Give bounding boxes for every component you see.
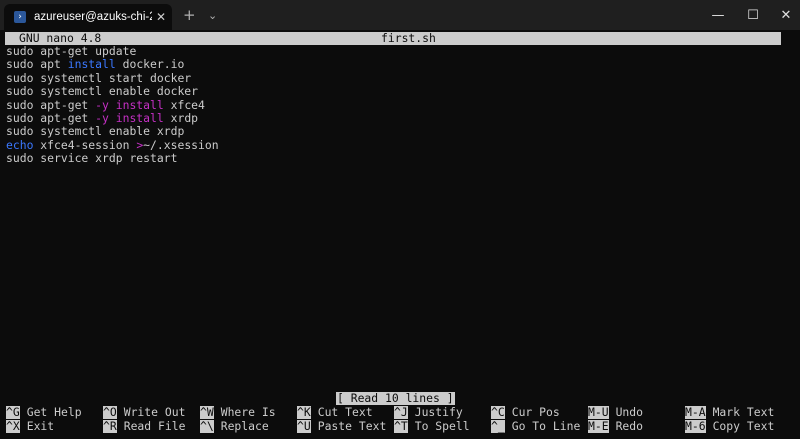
code-token: docker.io	[115, 57, 185, 72]
shortcut-key: ^O	[103, 405, 117, 420]
shortcut-row-1: ^G Get Help ^O Write Out ^W Where Is ^K Cut Tex…	[6, 405, 796, 420]
shortcut-item: ^X Exit	[6, 418, 55, 433]
tab-title: azureuser@azuks-chi-200470-v	[34, 11, 152, 23]
shortcut-item: ^T To Spell	[394, 418, 470, 433]
shortcut-item: ^O Write Out	[103, 405, 186, 420]
shortcut-label: Undo	[615, 405, 644, 419]
chevron-down-icon[interactable]: ⌄	[208, 9, 217, 22]
code-token: -y	[95, 110, 109, 125]
shortcut-label: Cur Pos	[511, 405, 560, 419]
editor-line[interactable]: sudo service xrdp restart	[6, 151, 219, 166]
editor-line[interactable]: sudo apt-get -y install xrdp	[6, 110, 219, 125]
shortcut-item: ^W Where Is	[200, 405, 276, 420]
shortcut-key: ^C	[491, 405, 505, 420]
shortcut-label: Justify	[414, 405, 463, 419]
shortcut-label: Go To Line	[511, 418, 581, 433]
code-token: sudo apt-get update	[6, 44, 137, 58]
code-token: sudo systemctl enable docker	[6, 84, 199, 99]
shortcut-item: ^R Read File	[103, 418, 186, 433]
shortcut-item: M-E Redo	[588, 418, 644, 433]
editor-line[interactable]: sudo systemctl start docker	[6, 70, 219, 85]
shortcut-item: ^G Get Help	[6, 405, 82, 420]
editor-line[interactable]: sudo apt-get update	[6, 44, 219, 58]
code-token: echo	[6, 137, 34, 152]
shortcut-item: M-U Undo	[588, 405, 644, 420]
shortcut-label: Redo	[615, 418, 644, 433]
nano-filename: first.sh	[381, 31, 436, 45]
shortcut-item: ^C Cur Pos	[491, 405, 560, 420]
nano-status-message: [ Read 10 lines ]	[336, 391, 455, 405]
shortcut-item: ^J Justify	[394, 405, 463, 420]
shortcut-key: ^X	[6, 418, 20, 433]
shortcut-key: ^W	[200, 405, 214, 420]
shortcut-item: ^U Paste Text	[297, 418, 387, 433]
code-token: install	[67, 57, 116, 72]
code-token: install	[115, 110, 164, 125]
shortcut-item: ^K Cut Text	[297, 405, 373, 420]
terminal-tab[interactable]: › azureuser@azuks-chi-200470-v ✕	[4, 4, 172, 30]
powershell-icon: ›	[14, 11, 26, 23]
shortcut-item: M-A Mark Text	[685, 405, 775, 420]
shortcut-key: ^T	[394, 418, 408, 433]
shortcut-item: ^\ Replace	[200, 418, 269, 433]
title-bar: › azureuser@azuks-chi-200470-v ✕ + ⌄ — ☐…	[0, 0, 800, 30]
editor-line[interactable]: echo xfce4-session >~/.xsession	[6, 137, 219, 152]
shortcut-label: Mark Text	[712, 405, 775, 419]
editor-line[interactable]: sudo apt-get -y install xfce4	[6, 97, 219, 112]
shortcut-key: ^U	[297, 418, 311, 433]
shortcut-label: Where Is	[220, 405, 276, 419]
editor-line[interactable]: sudo systemctl enable xrdp	[6, 125, 219, 138]
shortcut-label: Exit	[26, 418, 55, 433]
editor-line[interactable]: sudo apt install docker.io	[6, 58, 219, 71]
code-token: sudo systemctl enable xrdp	[6, 124, 185, 139]
shortcut-key: M-E	[588, 418, 609, 433]
shortcut-key: ^_	[491, 418, 505, 433]
shortcut-label: Copy Text	[712, 418, 775, 433]
shortcut-label: To Spell	[414, 418, 470, 433]
shortcut-item: ^_ Go To Line	[491, 418, 581, 433]
shortcut-key: ^J	[394, 405, 408, 420]
shortcut-key: M-6	[685, 418, 706, 433]
shortcut-key: ^R	[103, 418, 117, 433]
shortcut-key: M-U	[588, 405, 609, 420]
editor-buffer[interactable]: sudo apt-get update sudo apt install dock…	[6, 44, 219, 166]
shortcut-item: M-6 Copy Text	[685, 418, 775, 433]
close-window-button[interactable]: ✕	[763, 0, 800, 30]
editor-line[interactable]: sudo systemctl enable docker	[6, 84, 219, 99]
code-token: sudo apt-get	[6, 110, 96, 125]
shortcut-label: Cut Text	[317, 405, 373, 419]
code-token: ~/.xsession	[143, 137, 219, 152]
code-token: xrdp	[163, 110, 199, 125]
shortcut-key: ^K	[297, 405, 311, 420]
code-token: sudo apt-get	[6, 97, 96, 112]
shortcut-label: Paste Text	[317, 418, 387, 433]
tab-close-icon[interactable]: ✕	[156, 10, 166, 24]
code-token: sudo systemctl start docker	[6, 70, 192, 85]
shortcut-row-2: ^X Exit ^R Read File ^\ Replace ^U Paste Text ^T…	[6, 418, 796, 433]
shortcut-label: Read File	[123, 418, 186, 433]
new-tab-icon[interactable]: +	[183, 6, 196, 24]
code-token: xfce4-session	[33, 137, 137, 152]
code-token: -y	[95, 97, 109, 112]
code-token: sudo service xrdp restart	[6, 151, 178, 166]
shortcut-label: Write Out	[123, 405, 186, 419]
code-token: xfce4	[163, 97, 205, 112]
terminal-area[interactable]: GNU nano 4.8 first.sh sudo apt-get updat…	[0, 30, 800, 439]
shortcut-key: M-A	[685, 405, 706, 420]
code-token: sudo apt	[6, 57, 68, 72]
shortcut-label: Get Help	[26, 405, 82, 419]
shortcut-key: ^\	[200, 418, 214, 433]
shortcut-key: ^G	[6, 405, 20, 420]
code-token: install	[115, 97, 164, 112]
shortcut-label: Replace	[220, 418, 269, 433]
